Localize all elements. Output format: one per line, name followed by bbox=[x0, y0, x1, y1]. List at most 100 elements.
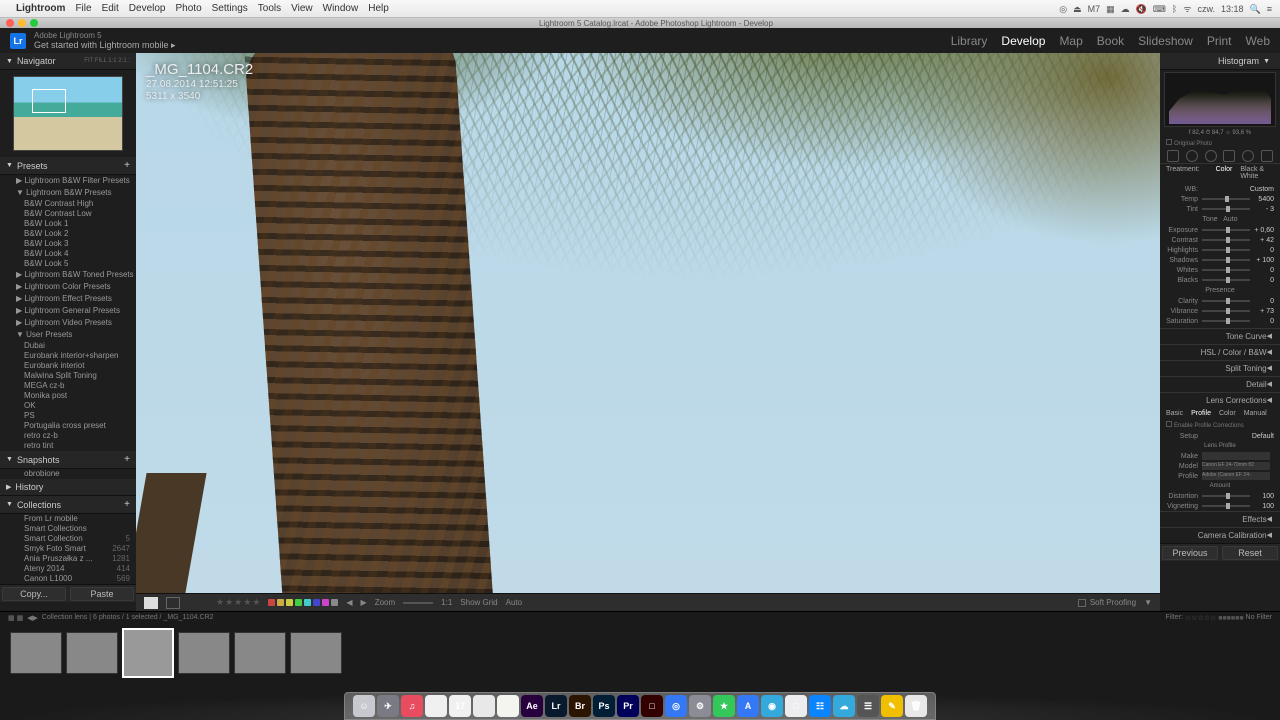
color-swatch[interactable] bbox=[295, 599, 302, 606]
slider-whites[interactable]: Whites0 bbox=[1166, 265, 1274, 275]
snapshots-header[interactable]: ▼Snapshots+ bbox=[0, 451, 136, 469]
module-print[interactable]: Print bbox=[1207, 34, 1232, 48]
toolbar-expand-icon[interactable]: ▼ bbox=[1144, 598, 1152, 607]
collection-item[interactable]: Smart Collection5 bbox=[0, 534, 136, 544]
preset-item[interactable]: B&W Look 5 bbox=[0, 259, 136, 269]
dock-app-icon[interactable]: Ps bbox=[593, 695, 615, 717]
preset-item[interactable]: B&W Look 3 bbox=[0, 239, 136, 249]
second-monitor-icon[interactable]: ▦ bbox=[17, 614, 24, 622]
status-icon[interactable]: 🔇 bbox=[1136, 4, 1147, 14]
color-swatch[interactable] bbox=[268, 599, 275, 606]
preset-group[interactable]: ▶ Lightroom Color Presets bbox=[0, 281, 136, 293]
grid-icon[interactable]: ▦ bbox=[8, 614, 15, 622]
color-swatch[interactable] bbox=[286, 599, 293, 606]
redeye-tool-icon[interactable] bbox=[1205, 150, 1217, 162]
rating-stars[interactable]: ★★★★★ bbox=[216, 597, 260, 608]
menu-settings[interactable]: Settings bbox=[212, 3, 248, 14]
close-window-button[interactable] bbox=[6, 19, 14, 27]
lens-tab-basic[interactable]: Basic bbox=[1166, 410, 1183, 417]
status-icon[interactable]: ▦ bbox=[1106, 4, 1115, 14]
filmstrip-thumb[interactable] bbox=[178, 632, 230, 674]
preset-item[interactable]: Malwina Split Toning bbox=[0, 371, 136, 381]
color-swatch[interactable] bbox=[331, 599, 338, 606]
dock-app-icon[interactable]: ☷ bbox=[809, 695, 831, 717]
preset-item[interactable]: Portugalia cross preset bbox=[0, 421, 136, 431]
crop-tool-icon[interactable] bbox=[1167, 150, 1179, 162]
preset-group[interactable]: ▶ Lightroom Effect Presets bbox=[0, 293, 136, 305]
histogram[interactable] bbox=[1164, 72, 1276, 127]
preset-group[interactable]: ▶ Lightroom B&W Filter Presets bbox=[0, 175, 136, 187]
preset-item[interactable]: Monika post bbox=[0, 391, 136, 401]
status-icon[interactable]: ◎ bbox=[1059, 4, 1067, 14]
gradient-tool-icon[interactable] bbox=[1223, 150, 1235, 162]
status-icon[interactable]: ≡ bbox=[1267, 4, 1272, 14]
slider-vibrance[interactable]: Vibrance+ 73 bbox=[1166, 306, 1274, 316]
distortion-slider[interactable]: Distortion100 bbox=[1160, 491, 1280, 501]
treatment-bw[interactable]: Black & White bbox=[1240, 166, 1274, 180]
dock-app-icon[interactable]: 🗑 bbox=[905, 695, 927, 717]
get-started-link[interactable]: Get started with Lightroom mobile ▸ bbox=[34, 40, 176, 51]
dock-app-icon[interactable]: ★ bbox=[713, 695, 735, 717]
status-icon[interactable]: ᛒ bbox=[1172, 4, 1177, 14]
dock-app-icon[interactable]: ☺ bbox=[353, 695, 375, 717]
status-icon[interactable]: ⌨ bbox=[1153, 4, 1166, 14]
status-icon[interactable]: M7 bbox=[1088, 4, 1101, 14]
presets-header[interactable]: ▼Presets+ bbox=[0, 157, 136, 175]
dock-app-icon[interactable]: ◎ bbox=[665, 695, 687, 717]
dock-app-icon[interactable]: ✎ bbox=[881, 695, 903, 717]
reset-button[interactable]: Reset bbox=[1222, 546, 1278, 560]
lens-tab-manual[interactable]: Manual bbox=[1244, 410, 1267, 417]
menu-develop[interactable]: Develop bbox=[129, 3, 166, 14]
color-swatch[interactable] bbox=[277, 599, 284, 606]
dock-app-icon[interactable]: 17 bbox=[449, 695, 471, 717]
preset-item[interactable]: Eurobank interior+sharpen bbox=[0, 351, 136, 361]
status-icon[interactable]: ☁ bbox=[1121, 4, 1130, 14]
copy-button[interactable]: Copy... bbox=[2, 587, 66, 601]
dock-app-icon[interactable]: ◉ bbox=[761, 695, 783, 717]
dock-app-icon[interactable]: Ae bbox=[521, 695, 543, 717]
filmstrip-thumb[interactable] bbox=[10, 632, 62, 674]
color-swatch[interactable] bbox=[304, 599, 311, 606]
preset-group[interactable]: ▶ Lightroom General Presets bbox=[0, 305, 136, 317]
collections-header[interactable]: ▼Collections+ bbox=[0, 496, 136, 514]
histogram-header[interactable]: Histogram▼ bbox=[1160, 53, 1280, 70]
minimize-window-button[interactable] bbox=[18, 19, 26, 27]
filmstrip-thumb[interactable] bbox=[234, 632, 286, 674]
preset-group[interactable]: ▼ User Presets bbox=[0, 329, 136, 341]
radial-tool-icon[interactable] bbox=[1242, 150, 1254, 162]
preset-item[interactable]: B&W Look 4 bbox=[0, 249, 136, 259]
zoom-window-button[interactable] bbox=[30, 19, 38, 27]
preset-item[interactable]: PS bbox=[0, 411, 136, 421]
lens-tab-color[interactable]: Color bbox=[1219, 410, 1236, 417]
preset-item[interactable]: retro cz-b bbox=[0, 431, 136, 441]
collection-item[interactable]: Smyk Foto Smart2647 bbox=[0, 544, 136, 554]
dock-app-icon[interactable]: □ bbox=[641, 695, 663, 717]
dock-app-icon[interactable]: ☰ bbox=[857, 695, 879, 717]
collection-item[interactable]: Ateny 2014414 bbox=[0, 564, 136, 574]
menu-window[interactable]: Window bbox=[323, 3, 359, 14]
filter-dropdown[interactable]: No Filter bbox=[1246, 614, 1272, 621]
macos-app-name[interactable]: Lightroom bbox=[16, 3, 65, 14]
tint-slider[interactable]: Tint- 3 bbox=[1166, 204, 1274, 214]
collection-item[interactable]: From Lr mobile bbox=[0, 514, 136, 524]
preset-item[interactable]: Eurobank interiot bbox=[0, 361, 136, 371]
panel-hsl-color-b-w[interactable]: HSL / Color / B&W◀ bbox=[1160, 344, 1280, 360]
nav-next-icon[interactable]: ▶ bbox=[361, 598, 367, 607]
module-develop[interactable]: Develop bbox=[1001, 34, 1045, 48]
module-web[interactable]: Web bbox=[1246, 34, 1270, 48]
soft-proofing-toggle[interactable]: Soft Proofing bbox=[1078, 598, 1136, 607]
preset-item[interactable]: retro tint bbox=[0, 441, 136, 451]
module-library[interactable]: Library bbox=[951, 34, 988, 48]
dock-app-icon[interactable] bbox=[497, 695, 519, 717]
dock-app-icon[interactable]: ☁ bbox=[833, 695, 855, 717]
navigator-header[interactable]: ▼Navigator FIT FILL 1:1 2:1 : bbox=[0, 53, 136, 70]
menu-tools[interactable]: Tools bbox=[258, 3, 281, 14]
zoom-slider[interactable] bbox=[403, 602, 433, 604]
nav-prev-icon[interactable]: ◀ bbox=[346, 598, 352, 607]
panel-tone-curve[interactable]: Tone Curve◀ bbox=[1160, 328, 1280, 344]
nav-fwd-icon[interactable]: ▶ bbox=[32, 614, 37, 622]
paste-button[interactable]: Paste bbox=[70, 587, 134, 601]
status-icon[interactable]: czw. bbox=[1197, 4, 1215, 14]
dock-app-icon[interactable]: A bbox=[737, 695, 759, 717]
enable-profile-checkbox[interactable]: Enable Profile Corrections bbox=[1174, 423, 1244, 429]
